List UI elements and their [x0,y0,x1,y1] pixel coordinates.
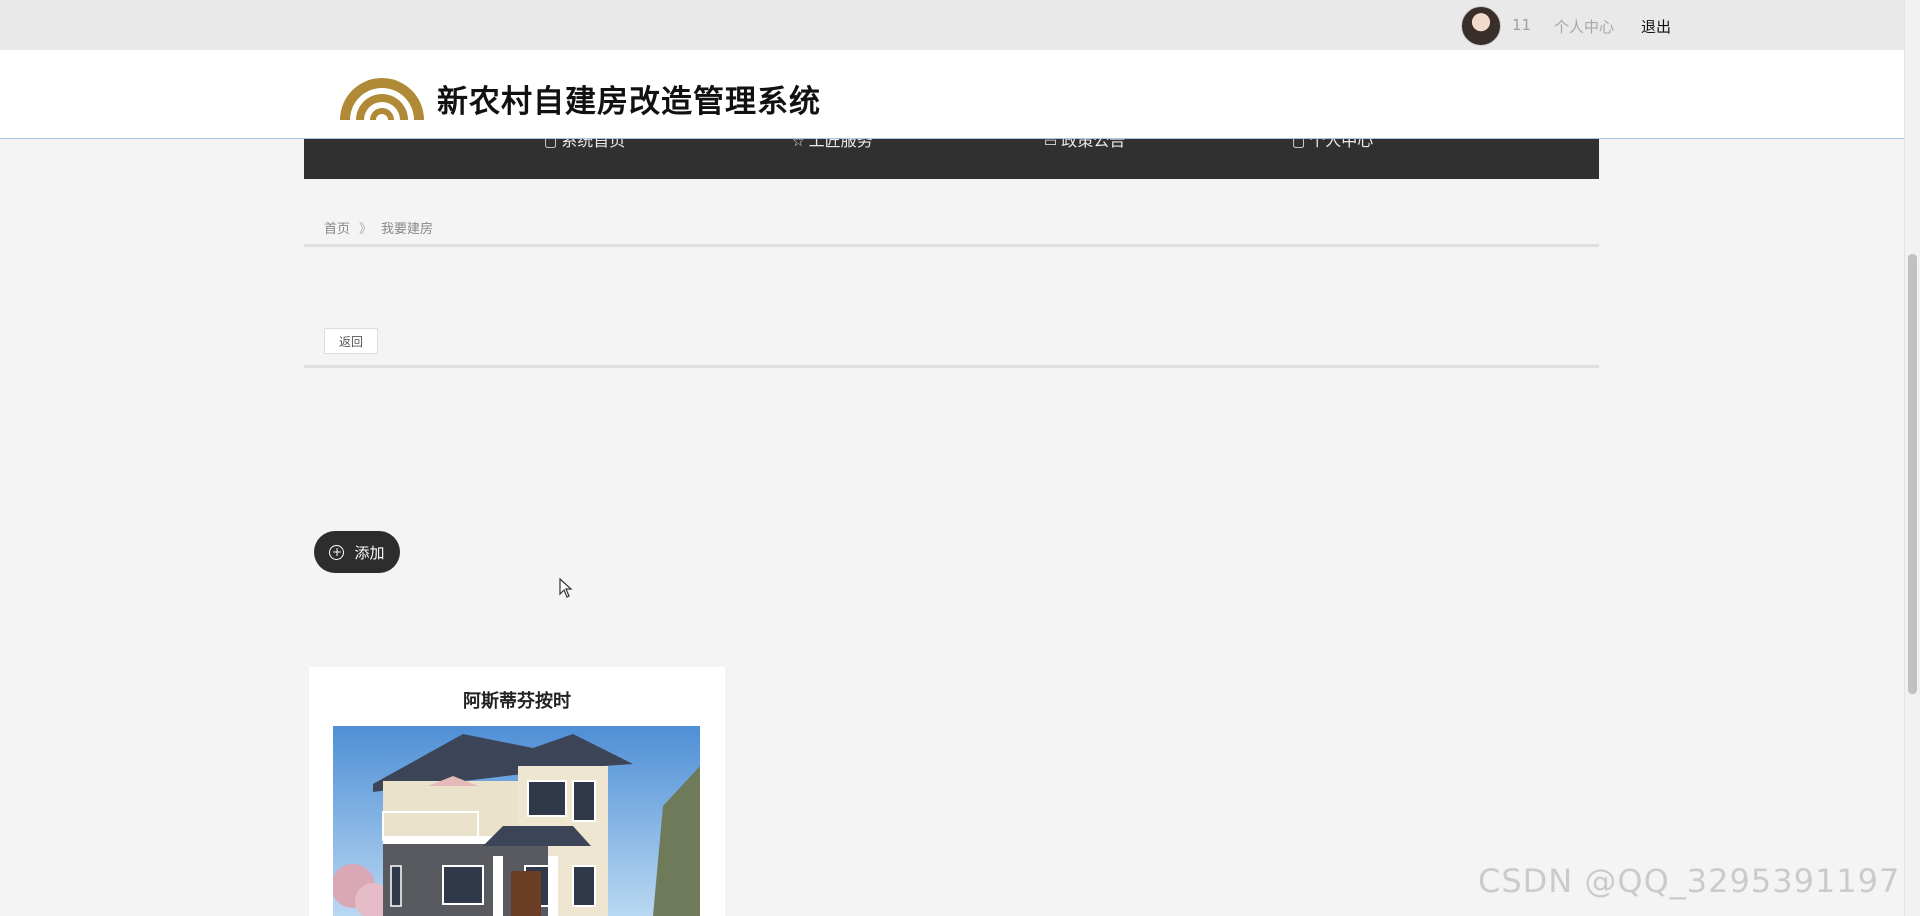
add-button[interactable]: + 添加 [314,531,400,573]
back-button[interactable]: 返回 [324,328,378,354]
personal-center-link[interactable]: 个人中心 [1554,16,1614,37]
site-title: 新农村自建房改造管理系统 [437,84,821,120]
page-scrollbar[interactable] [1904,0,1920,916]
site-logo[interactable] [338,66,426,122]
add-button-label: 添加 [354,543,385,562]
logout-link[interactable]: 退出 [1641,16,1671,37]
site-header: 新农村自建房改造管理系统 [0,50,1904,139]
scrollbar-thumb[interactable] [1908,254,1917,694]
section-divider [304,365,1599,368]
top-utility-bar: 11 个人中心 退出 [0,0,1904,50]
breadcrumb-separator: 》 [359,222,373,237]
card-title: 阿斯蒂芬按时 [463,691,571,712]
breadcrumb-divider [304,244,1599,247]
breadcrumb-current: 我要建房 [381,222,434,237]
mouse-cursor-icon [559,578,573,598]
breadcrumb-home[interactable]: 首页 [324,222,350,237]
house-card[interactable]: 阿斯蒂芬按时 [309,667,725,916]
watermark: CSDN @QQ_3295391197 [1478,862,1901,900]
plus-circle-icon: + [329,544,345,560]
username-label: 11 [1512,16,1532,34]
breadcrumb: 首页》我要建房 [324,218,433,237]
house-image[interactable] [333,726,700,916]
user-avatar[interactable] [1461,6,1501,46]
